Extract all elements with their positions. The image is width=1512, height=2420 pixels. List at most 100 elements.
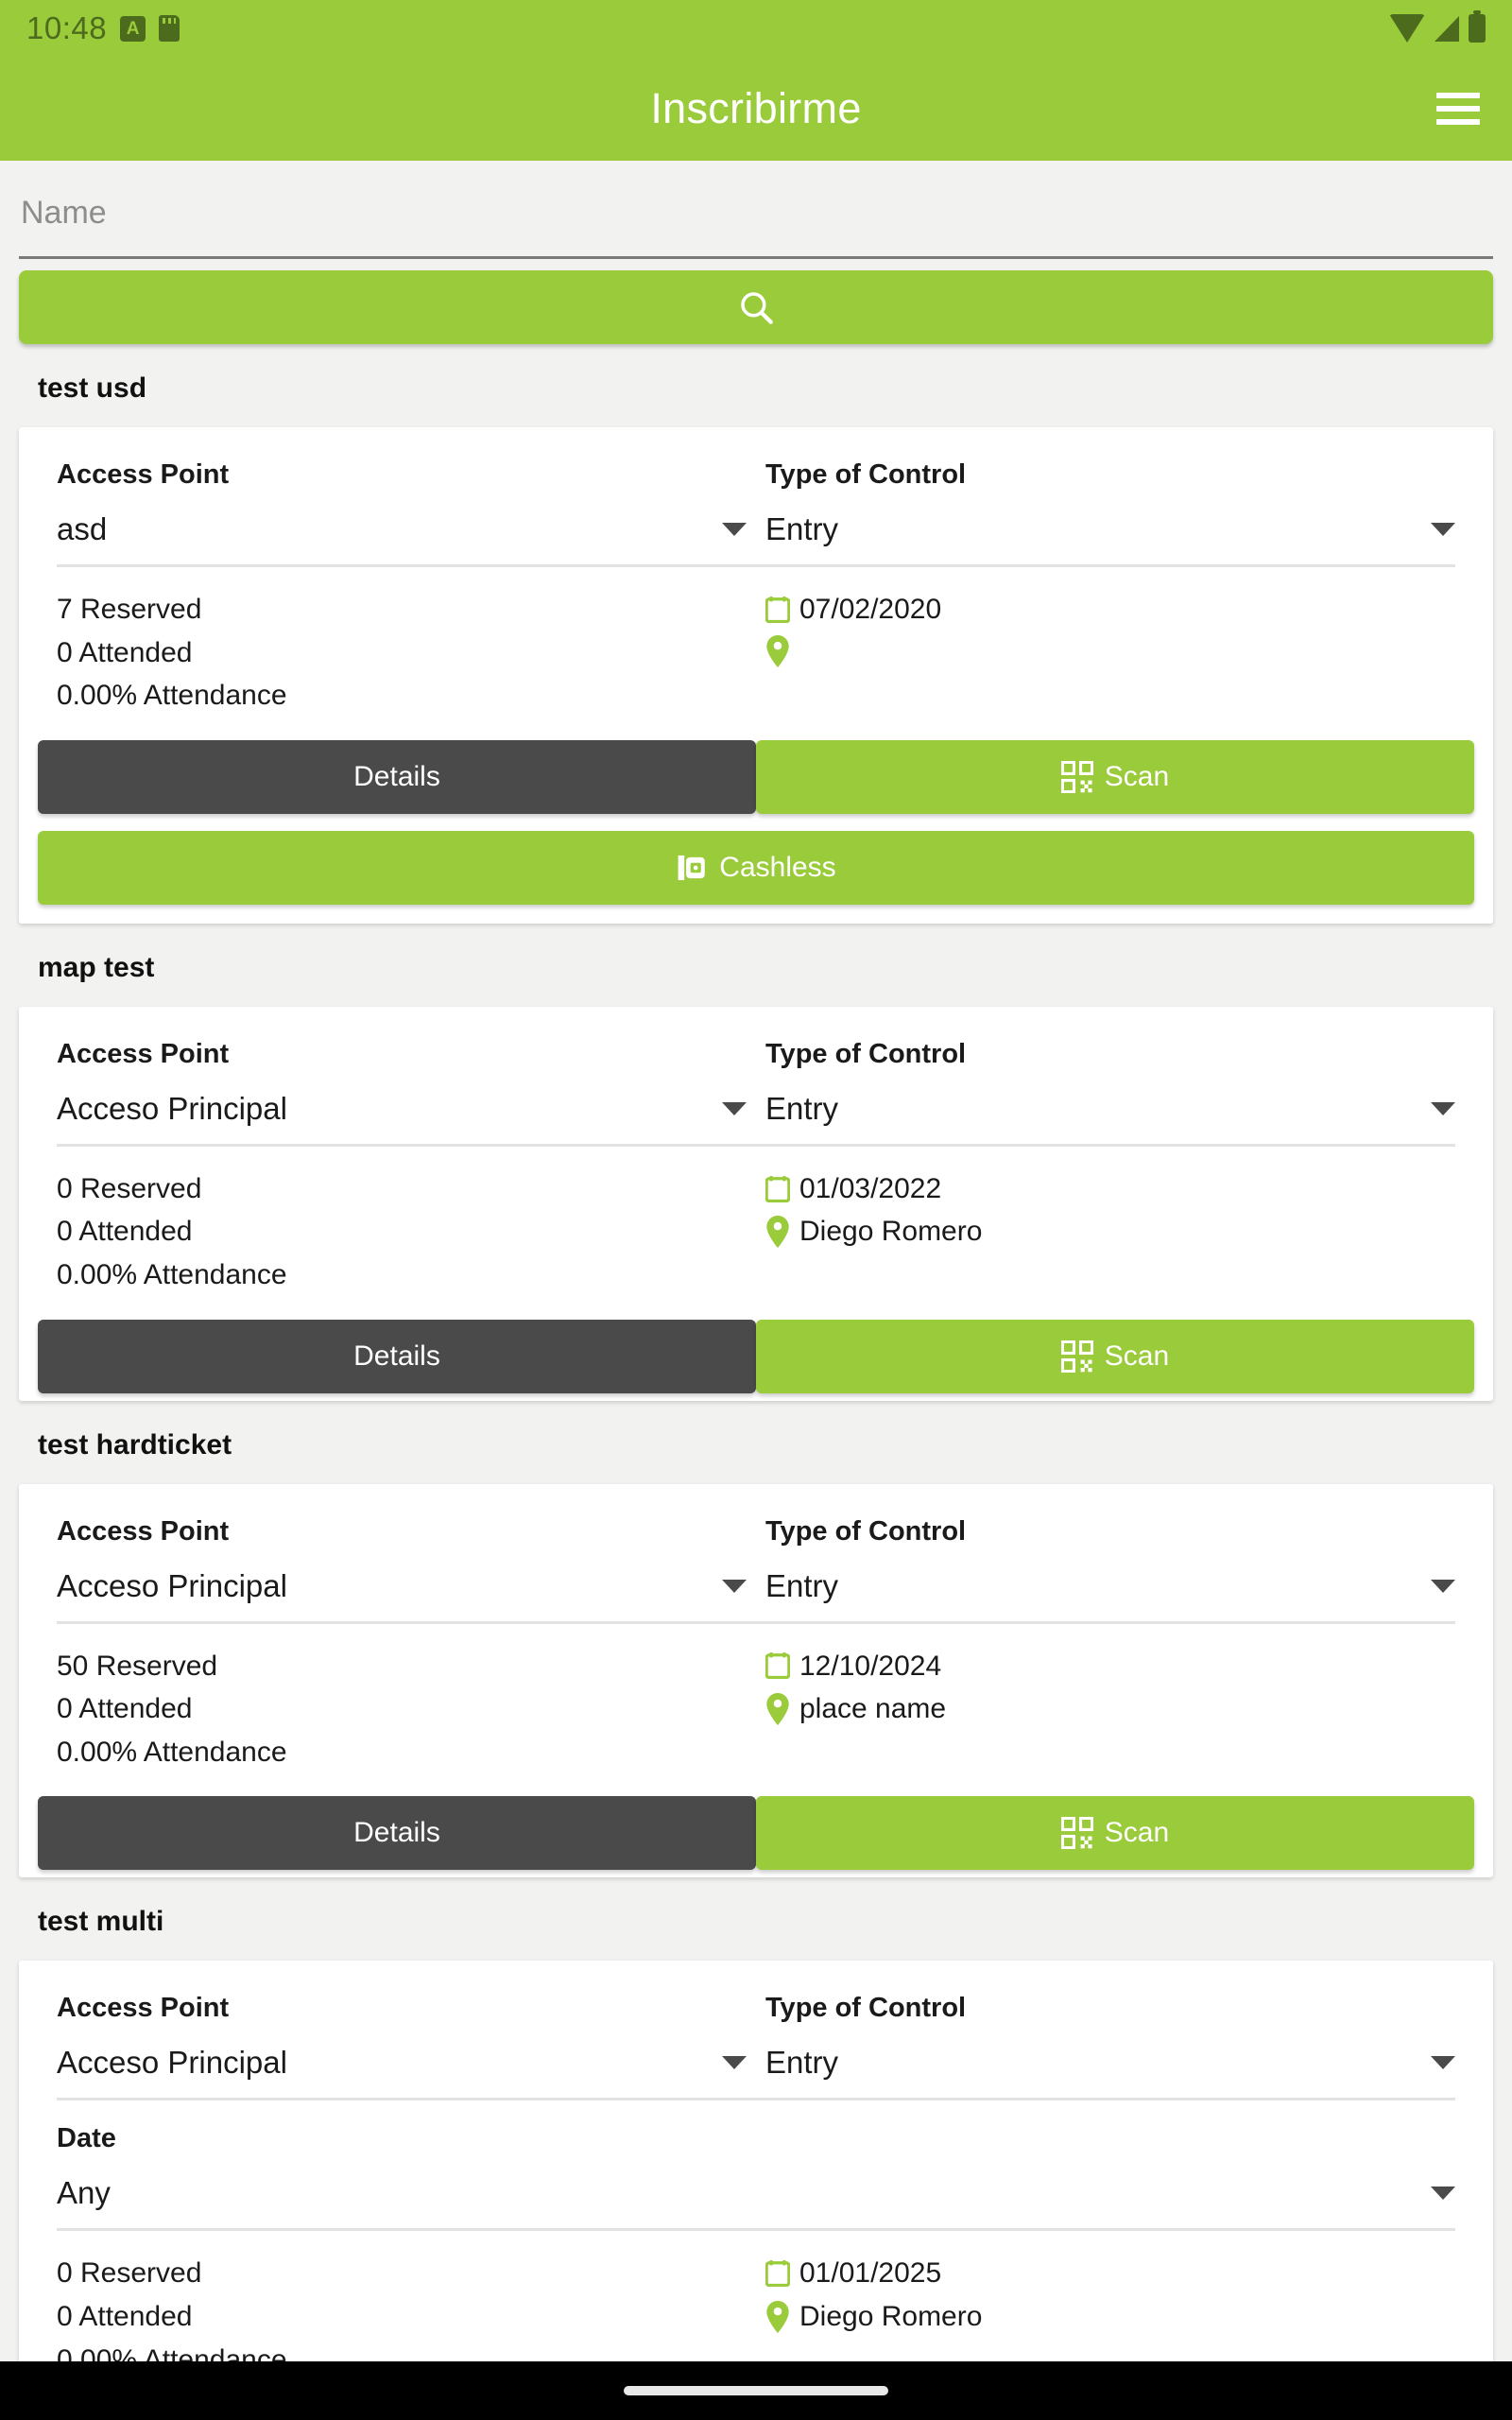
attended-count: 0 Attended [57, 1693, 193, 1725]
signal-warning-icon [1435, 14, 1469, 42]
event-title-2: test hardticket [38, 1428, 232, 1461]
attendance-percent: 0.00% Attendance [57, 1258, 287, 1290]
event-card: Access Point Acceso Principal Type of Co… [19, 1961, 1493, 2361]
access-point-column: Access Point Acceso Principal [57, 1970, 747, 2098]
event-place-line: Diego Romero [765, 2295, 1455, 2339]
details-button[interactable]: Details [38, 1319, 756, 1393]
wallet-card-icon [678, 855, 706, 880]
stats-column: 0 Reserved 0 Attended 0.00% Attendance [57, 2252, 747, 2361]
access-point-select[interactable]: Acceso Principal [57, 2024, 747, 2098]
type-of-control-select[interactable]: Entry [765, 1070, 1455, 1144]
type-of-control-label: Type of Control [765, 1993, 967, 2024]
event-place-line: place name [765, 1687, 1455, 1731]
attendance-percent: 0.00% Attendance [57, 680, 287, 712]
primary-button-row: Details Scan [19, 736, 1493, 821]
selectors-row: Access Point Acceso Principal Type of Co… [19, 1494, 1493, 1621]
stats-column: 7 Reserved 0 Attended 0.00% Attendance [57, 588, 747, 717]
event-date-text: 01/03/2022 [799, 1172, 942, 1204]
app-screen: 10:48 A Inscribirme test [0, 0, 1512, 2420]
access-point-select[interactable]: asd [57, 491, 747, 564]
location-pin-icon [766, 2300, 789, 2333]
type-of-control-select[interactable]: Entry [765, 491, 1455, 564]
qr-code-icon [1060, 1340, 1093, 1373]
attendance-percent: 0.00% Attendance [57, 1736, 287, 1768]
date-select[interactable]: Any [57, 2154, 1455, 2228]
event-place-text: place name [799, 1693, 947, 1725]
date-label: Date [57, 2123, 116, 2154]
scan-button-label: Scan [1104, 760, 1170, 792]
event-place-text: Diego Romero [799, 2300, 983, 2332]
status-bar: 10:48 A [0, 0, 1512, 57]
details-button-label: Details [353, 1340, 440, 1372]
chevron-down-icon [722, 523, 747, 536]
home-indicator[interactable] [624, 2386, 888, 2395]
event-date-text: 12/10/2024 [799, 1650, 942, 1682]
meta-column: 01/03/2022 Diego Romero [747, 1167, 1455, 1297]
stats-row: 7 Reserved 0 Attended 0.00% Attendance 0… [19, 567, 1493, 736]
scan-button[interactable]: Scan [756, 1796, 1474, 1871]
hamburger-menu-icon[interactable] [1436, 93, 1480, 125]
scan-button-label: Scan [1104, 1340, 1170, 1372]
selectors-row: Access Point Acceso Principal Type of Co… [19, 1970, 1493, 2098]
access-point-label: Access Point [57, 1993, 230, 2024]
content-scroll-area[interactable]: test usd Access Point asd Type of Contro… [0, 161, 1512, 2361]
cashless-button-row: Cashless [19, 821, 1493, 924]
type-of-control-value: Entry [765, 1567, 839, 1603]
calendar-icon [765, 1175, 790, 1202]
selectors-row: Access Point asd Type of Control Entry [19, 437, 1493, 564]
event-date-text: 07/02/2020 [799, 594, 942, 625]
primary-button-row: Details Scan [19, 1792, 1493, 1877]
event-block: test usd Access Point asd Type of Contro… [0, 344, 1512, 924]
access-point-label: Access Point [57, 1038, 230, 1069]
cashless-button-label: Cashless [719, 851, 836, 883]
search-icon [741, 292, 773, 324]
attended-count: 0 Attended [57, 2300, 193, 2332]
chevron-down-icon [722, 1579, 747, 1593]
type-of-control-select[interactable]: Entry [765, 2024, 1455, 2098]
reserved-count: 7 Reserved [57, 594, 202, 625]
event-card: Access Point Acceso Principal Type of Co… [19, 1483, 1493, 1878]
event-date-line: 07/02/2020 [765, 588, 1455, 631]
details-button[interactable]: Details [38, 739, 756, 814]
access-point-value: Acceso Principal [57, 1567, 287, 1603]
scan-button[interactable]: Scan [756, 1319, 1474, 1393]
stats-column: 50 Reserved 0 Attended 0.00% Attendance [57, 1645, 747, 1774]
page-title: Inscribirme [650, 84, 862, 132]
sd-card-icon [159, 15, 180, 42]
event-block: test multi Access Point Acceso Principal… [0, 1877, 1512, 2361]
battery-icon [1469, 10, 1486, 43]
stats-column: 0 Reserved 0 Attended 0.00% Attendance [57, 1167, 747, 1297]
search-button[interactable] [19, 270, 1493, 344]
meta-column: 07/02/2020 [747, 588, 1455, 717]
meta-column: 01/01/2025 Diego Romero [747, 2252, 1455, 2361]
event-title-0: test usd [38, 372, 147, 404]
chevron-down-icon [722, 2056, 747, 2070]
type-of-control-value: Entry [765, 2045, 839, 2081]
date-value: Any [57, 2175, 111, 2211]
event-date-line: 01/03/2022 [765, 1167, 1455, 1211]
access-point-label: Access Point [57, 1515, 230, 1547]
primary-button-row: Details Scan [19, 1316, 1493, 1401]
type-of-control-select[interactable]: Entry [765, 1547, 1455, 1621]
stats-row: 0 Reserved 0 Attended 0.00% Attendance 0… [19, 1147, 1493, 1316]
search-input[interactable] [19, 189, 1493, 259]
stats-row: 0 Reserved 0 Attended 0.00% Attendance 0… [19, 2231, 1493, 2361]
event-place-line: Diego Romero [765, 1210, 1455, 1253]
event-list: test usd Access Point asd Type of Contro… [0, 344, 1512, 2361]
qr-code-icon [1060, 760, 1093, 793]
date-field-section: Date Any [19, 2100, 1493, 2232]
details-button-label: Details [353, 1817, 440, 1849]
cashless-button[interactable]: Cashless [38, 830, 1474, 905]
access-point-select[interactable]: Acceso Principal [57, 1070, 747, 1144]
access-point-column: Access Point asd [57, 437, 747, 564]
app-a-icon: A [120, 15, 146, 42]
access-point-value: Acceso Principal [57, 1090, 287, 1126]
qr-code-icon [1060, 1817, 1093, 1850]
scan-button[interactable]: Scan [756, 739, 1474, 814]
selectors-row: Access Point Acceso Principal Type of Co… [19, 1016, 1493, 1144]
system-navigation-bar [0, 2361, 1512, 2420]
attended-count: 0 Attended [57, 1216, 193, 1248]
details-button[interactable]: Details [38, 1796, 756, 1871]
access-point-select[interactable]: Acceso Principal [57, 1547, 747, 1621]
date-column: Date Any [57, 2100, 1455, 2228]
